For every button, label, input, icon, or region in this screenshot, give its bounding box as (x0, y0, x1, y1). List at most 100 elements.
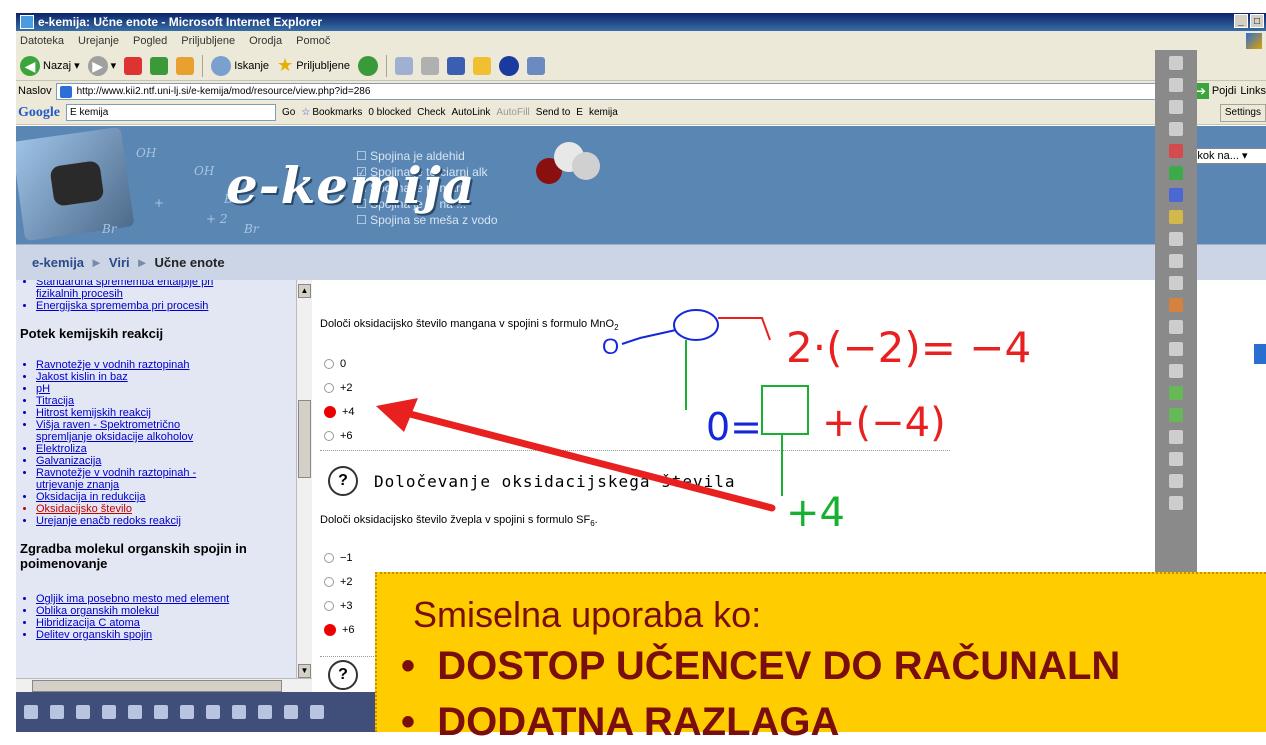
sendto-button[interactable]: Send to (536, 107, 570, 118)
option-radio[interactable]: +3 (324, 594, 355, 618)
option-radio[interactable]: −1 (324, 546, 355, 570)
home-icon[interactable] (176, 56, 195, 75)
sidebar-link[interactable]: pH (36, 383, 296, 395)
sidebar-link[interactable]: Hibridizacija C atoma (36, 617, 296, 629)
sidebar-link[interactable]: utrjevanje znanja (36, 479, 296, 491)
menu-datoteka[interactable]: Datoteka (20, 31, 64, 51)
sidebar-link[interactable]: Ravnotežje v vodnih raztopinah (36, 359, 296, 371)
folder-icon[interactable] (473, 56, 491, 75)
sidebar-link[interactable]: Ravnotežje v vodnih raztopinah - (36, 467, 296, 479)
search-button[interactable]: Iskanje (211, 55, 269, 76)
minimize-button[interactable]: _ (1234, 14, 1248, 28)
e-button[interactable]: E (576, 107, 583, 118)
back-button[interactable]: ◀ Nazaj ▾ (20, 55, 80, 76)
radio-button[interactable] (324, 383, 334, 393)
scroll-down-icon[interactable]: ▼ (298, 664, 311, 678)
mail-icon[interactable] (395, 56, 413, 75)
option-radio[interactable]: 0 (324, 352, 355, 376)
pen-green-icon[interactable] (1169, 166, 1183, 180)
tool-icon[interactable] (1169, 100, 1183, 114)
go-button[interactable]: ➔ Pojdi (1192, 83, 1236, 99)
tool-icon[interactable] (206, 705, 220, 719)
sidebar-link[interactable]: Titracija (36, 395, 296, 407)
sidebar-link[interactable]: Delitev organskih spojin (36, 629, 296, 641)
media-icon[interactable] (358, 55, 378, 76)
page-icon[interactable] (1169, 320, 1183, 334)
pen-blue-icon[interactable] (1169, 188, 1183, 202)
tool-icon[interactable] (1169, 232, 1183, 246)
prev-icon[interactable] (1169, 122, 1183, 136)
back-arrow-icon[interactable] (1169, 386, 1183, 400)
option-radio-selected[interactable]: +4 (324, 400, 355, 424)
messenger-icon[interactable] (527, 56, 545, 75)
pen-red-icon[interactable] (1169, 144, 1183, 158)
scroll-marker[interactable] (1254, 344, 1266, 364)
close-icon[interactable] (1169, 298, 1183, 312)
forward-button[interactable]: ▶ ▾ (87, 55, 116, 76)
scroll-thumb[interactable] (298, 400, 311, 478)
sidebar-link[interactable]: Jakost kislin in baz (36, 371, 296, 383)
pen-icon[interactable] (1169, 56, 1183, 70)
menu-pomoc[interactable]: Pomoč (296, 31, 330, 51)
menu-urejanje[interactable]: Urejanje (78, 31, 119, 51)
url-field[interactable]: http://www.kii2.ntf.uni-lj.si/e-kemija/m… (55, 82, 1180, 100)
scroll-up-icon[interactable]: ▲ (298, 284, 311, 298)
tool-icon[interactable] (258, 705, 272, 719)
option-radio[interactable]: +2 (324, 376, 355, 400)
scroll-thumb[interactable] (32, 680, 282, 692)
sidebar-link[interactable]: Višja raven - Spektrometrično (36, 419, 296, 431)
undo-icon[interactable] (1169, 276, 1183, 290)
radio-button[interactable] (324, 601, 334, 611)
radio-button-selected[interactable] (324, 406, 336, 418)
option-radio-selected[interactable]: +6 (324, 618, 355, 642)
sidebar-link[interactable]: fizikalnih procesih (36, 288, 296, 300)
tool-icon[interactable] (24, 705, 38, 719)
tool-icon[interactable] (154, 705, 168, 719)
menu-orodja[interactable]: Orodja (249, 31, 282, 51)
word-icon[interactable] (447, 56, 465, 75)
breadcrumb-viri[interactable]: Viri (109, 255, 130, 270)
maximize-button[interactable]: □ (1250, 14, 1264, 28)
tool-icon[interactable] (232, 705, 246, 719)
sidebar-link[interactable]: Ogljik ima posebno mesto med element (36, 593, 296, 605)
autolink-button[interactable]: AutoLink (452, 107, 491, 118)
sidebar-link[interactable]: Energijska sprememba pri procesih (36, 300, 296, 312)
sidebar-link[interactable]: Oblika organskih molekul (36, 605, 296, 617)
sidebar-scrollbar[interactable]: ▲ ▼ (296, 280, 312, 678)
tool-icon[interactable] (180, 705, 194, 719)
horizontal-scrollbar[interactable] (16, 678, 312, 692)
menu-priljubljene[interactable]: Priljubljene (181, 31, 235, 51)
tool-icon[interactable] (102, 705, 116, 719)
sidebar-link-active[interactable]: Oksidacijsko število (36, 503, 296, 515)
sidebar-link[interactable]: spremljanje oksidacije alkoholov (36, 431, 296, 443)
links-button[interactable]: Links (1240, 85, 1266, 97)
sidebar-link[interactable]: Elektroliza (36, 443, 296, 455)
highlighter-icon[interactable] (1169, 210, 1183, 224)
autofill-button[interactable]: AutoFill (496, 107, 529, 118)
refresh-icon[interactable] (150, 56, 169, 75)
stop-icon[interactable] (124, 56, 143, 75)
tool-icon[interactable] (1169, 474, 1183, 488)
save-icon[interactable] (1169, 452, 1183, 466)
bluetooth-icon[interactable] (499, 55, 519, 76)
spellcheck-button[interactable]: Check (417, 107, 445, 118)
radio-button[interactable] (324, 359, 334, 369)
breadcrumb-home[interactable]: e-kemija (32, 255, 84, 270)
menu-pogled[interactable]: Pogled (133, 31, 167, 51)
tool-icon[interactable] (1169, 78, 1183, 92)
page-icon[interactable] (1169, 342, 1183, 356)
forward-arrow-icon[interactable] (1169, 408, 1183, 422)
tool-icon[interactable] (1169, 254, 1183, 268)
radio-button[interactable] (324, 577, 334, 587)
sidebar-link[interactable]: Hitrost kemijskih reakcij (36, 407, 296, 419)
popup-blocker[interactable]: 0 blocked (368, 107, 411, 118)
settings-button[interactable]: Settings (1219, 104, 1266, 122)
radio-button[interactable] (324, 553, 334, 563)
favorites-button[interactable]: ★ Priljubljene (277, 55, 350, 76)
sidebar-link[interactable]: Galvanizacija (36, 455, 296, 467)
option-radio[interactable]: +6 (324, 424, 355, 448)
kemija-button[interactable]: kemija (589, 107, 618, 118)
tool-icon[interactable] (1169, 430, 1183, 444)
sidebar-link[interactable]: Oksidacija in redukcija (36, 491, 296, 503)
tool-icon[interactable] (128, 705, 142, 719)
